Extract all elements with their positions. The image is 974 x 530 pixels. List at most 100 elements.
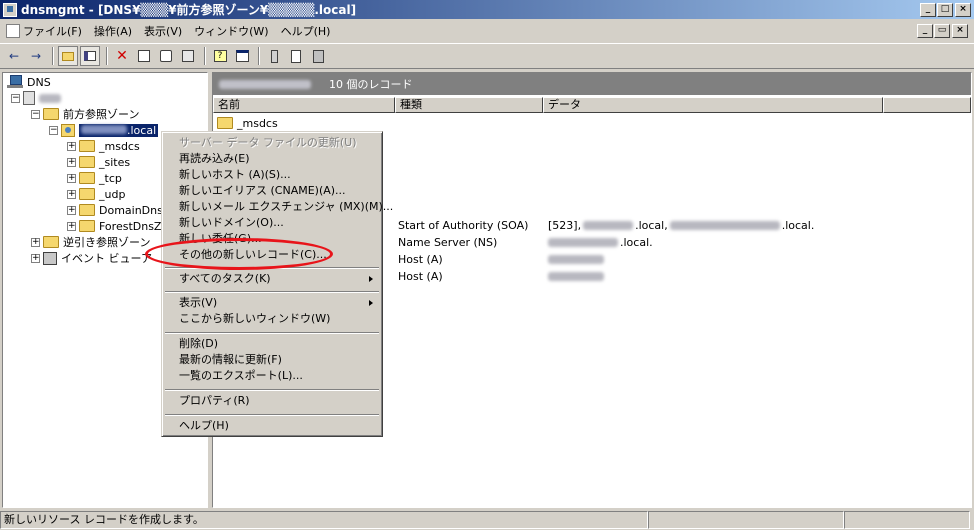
status-panel-2 — [648, 511, 844, 529]
menu-item-reload[interactable]: 再読み込み(E) — [165, 151, 379, 167]
expand-icon[interactable]: + — [67, 157, 76, 167]
child-minimize-button[interactable]: _ — [917, 24, 933, 38]
tree-node-udp[interactable]: + _udp — [67, 186, 125, 202]
collapse-icon[interactable]: − — [49, 125, 58, 135]
app-icon — [3, 2, 17, 17]
menu-separator — [165, 291, 379, 293]
collapse-icon[interactable]: − — [11, 93, 20, 103]
child-close-button[interactable]: × — [952, 24, 968, 38]
refresh-icon[interactable] — [156, 46, 176, 66]
redacted-text — [583, 220, 634, 230]
console-icon — [6, 24, 20, 38]
tree-node-dns[interactable]: DNS — [7, 74, 51, 90]
list-item-data — [548, 251, 604, 267]
event-viewer-icon — [43, 251, 57, 265]
column-header-name[interactable]: 名前 — [213, 97, 395, 113]
forward-arrow-icon[interactable]: → — [26, 46, 46, 66]
export-icon[interactable] — [178, 46, 198, 66]
tree-node-forestdnszones[interactable]: + ForestDnsZ — [67, 218, 161, 234]
column-header-type[interactable]: 種類 — [395, 97, 543, 113]
expand-icon[interactable]: + — [67, 141, 76, 151]
menu-item-all-tasks[interactable]: すべてのタスク(K) — [165, 271, 379, 287]
menu-file[interactable]: ファイル(F) — [0, 23, 88, 39]
menu-item-new-alias[interactable]: 新しいエイリアス (CNAME)(A)... — [165, 183, 379, 199]
minimize-button[interactable]: _ — [920, 2, 936, 17]
title-bar[interactable]: dnsmgmt - [DNS¥▒▒▒¥前方参照ゾーン¥▒▒▒▒▒.local] … — [0, 0, 974, 19]
list-item[interactable]: Start of Authority (SOA) — [398, 217, 528, 233]
menu-item-refresh[interactable]: 最新の情報に更新(F) — [165, 352, 379, 368]
expand-icon[interactable]: + — [67, 173, 76, 183]
server-icon — [23, 91, 35, 105]
menu-item-delete[interactable]: 削除(D) — [165, 336, 379, 352]
menu-item-help[interactable]: ヘルプ(H) — [165, 418, 379, 434]
toolbar-separator — [258, 47, 260, 65]
list-item[interactable]: Host (A) — [398, 251, 443, 267]
redacted-text — [548, 254, 604, 264]
menu-item-properties[interactable]: プロパティ(R) — [165, 393, 379, 409]
folder-icon — [79, 188, 95, 200]
submenu-arrow-icon — [369, 276, 373, 282]
tree-node-tcp[interactable]: + _tcp — [67, 170, 122, 186]
redacted-text — [548, 271, 604, 281]
menu-item-export-list[interactable]: 一覧のエクスポート(L)... — [165, 368, 379, 384]
show-tree-icon[interactable] — [80, 46, 100, 66]
multi-server-icon[interactable] — [308, 46, 328, 66]
context-menu: サーバー データ ファイルの更新(U) 再読み込み(E) 新しいホスト (A)(… — [161, 131, 393, 437]
toolbar-separator — [106, 47, 108, 65]
document-icon[interactable] — [286, 46, 306, 66]
expand-icon[interactable]: + — [67, 221, 76, 231]
menu-item-new-window[interactable]: ここから新しいウィンドウ(W) — [165, 311, 379, 327]
folder-icon — [79, 156, 95, 168]
status-bar: 新しいリソース レコードを作成します。 — [0, 510, 974, 530]
selected-zone-label: .local — [79, 123, 159, 137]
menu-item-new-domain[interactable]: 新しいドメイン(O)... — [165, 215, 379, 231]
list-item-data — [548, 268, 604, 284]
folder-icon — [79, 204, 95, 216]
menu-bar: ファイル(F) 操作(A) 表示(V) ウィンドウ(W) ヘルプ(H) _ ▭ … — [0, 21, 974, 41]
expand-icon[interactable]: + — [31, 253, 40, 263]
toolbar: ← → ✕ ? — [0, 43, 974, 69]
menu-separator — [165, 332, 379, 334]
menu-help[interactable]: ヘルプ(H) — [275, 23, 337, 39]
tree-node-zone[interactable]: − .local — [49, 122, 159, 138]
properties-icon[interactable] — [134, 46, 154, 66]
expand-icon[interactable]: + — [31, 237, 40, 247]
list-item[interactable]: Host (A) — [398, 268, 443, 284]
menu-action[interactable]: 操作(A) — [88, 23, 138, 39]
menu-item-view[interactable]: 表示(V) — [165, 295, 379, 311]
menu-window[interactable]: ウィンドウ(W) — [188, 23, 274, 39]
column-header-filler — [883, 97, 971, 113]
tree-node-server[interactable]: − — [11, 90, 61, 106]
list-item[interactable]: Name Server (NS) — [398, 234, 497, 250]
tree-node-sites[interactable]: + _sites — [67, 154, 130, 170]
zone-icon — [61, 123, 75, 137]
menu-separator — [165, 414, 379, 416]
redacted-zone-name — [219, 79, 311, 89]
child-restore-button[interactable]: ▭ — [934, 24, 950, 38]
folder-icon — [217, 117, 233, 129]
tree-node-reverse-zones[interactable]: + 逆引き参照ゾーン — [31, 234, 150, 250]
tree-node-forward-zones[interactable]: − 前方参照ゾーン — [31, 106, 139, 122]
expand-icon[interactable]: + — [67, 205, 76, 215]
column-header-data[interactable]: データ — [543, 97, 883, 113]
console-view-icon[interactable] — [232, 46, 252, 66]
up-folder-icon[interactable] — [58, 46, 78, 66]
expand-icon[interactable]: + — [67, 189, 76, 199]
list-item[interactable]: _msdcs — [217, 115, 278, 131]
menu-view[interactable]: 表示(V) — [138, 23, 188, 39]
help-icon[interactable]: ? — [210, 46, 230, 66]
tree-node-msdcs[interactable]: + _msdcs — [67, 138, 140, 154]
status-panel-3 — [844, 511, 970, 529]
delete-icon[interactable]: ✕ — [112, 46, 132, 66]
redacted-text — [548, 237, 618, 247]
maximize-button[interactable]: □ — [937, 2, 953, 17]
close-button[interactable]: × — [955, 2, 971, 17]
collapse-icon[interactable]: − — [31, 109, 40, 119]
menu-item-new-host[interactable]: 新しいホスト (A)(S)... — [165, 167, 379, 183]
status-text: 新しいリソース レコードを作成します。 — [0, 511, 648, 529]
server-icon[interactable] — [264, 46, 284, 66]
tree-node-event-viewer[interactable]: + イベント ビューア — [31, 250, 152, 266]
menu-item-new-mx[interactable]: 新しいメール エクスチェンジャ (MX)(M)... — [165, 199, 393, 215]
tree-node-domaindnszones[interactable]: + DomainDnsZ — [67, 202, 170, 218]
back-arrow-icon[interactable]: ← — [4, 46, 24, 66]
